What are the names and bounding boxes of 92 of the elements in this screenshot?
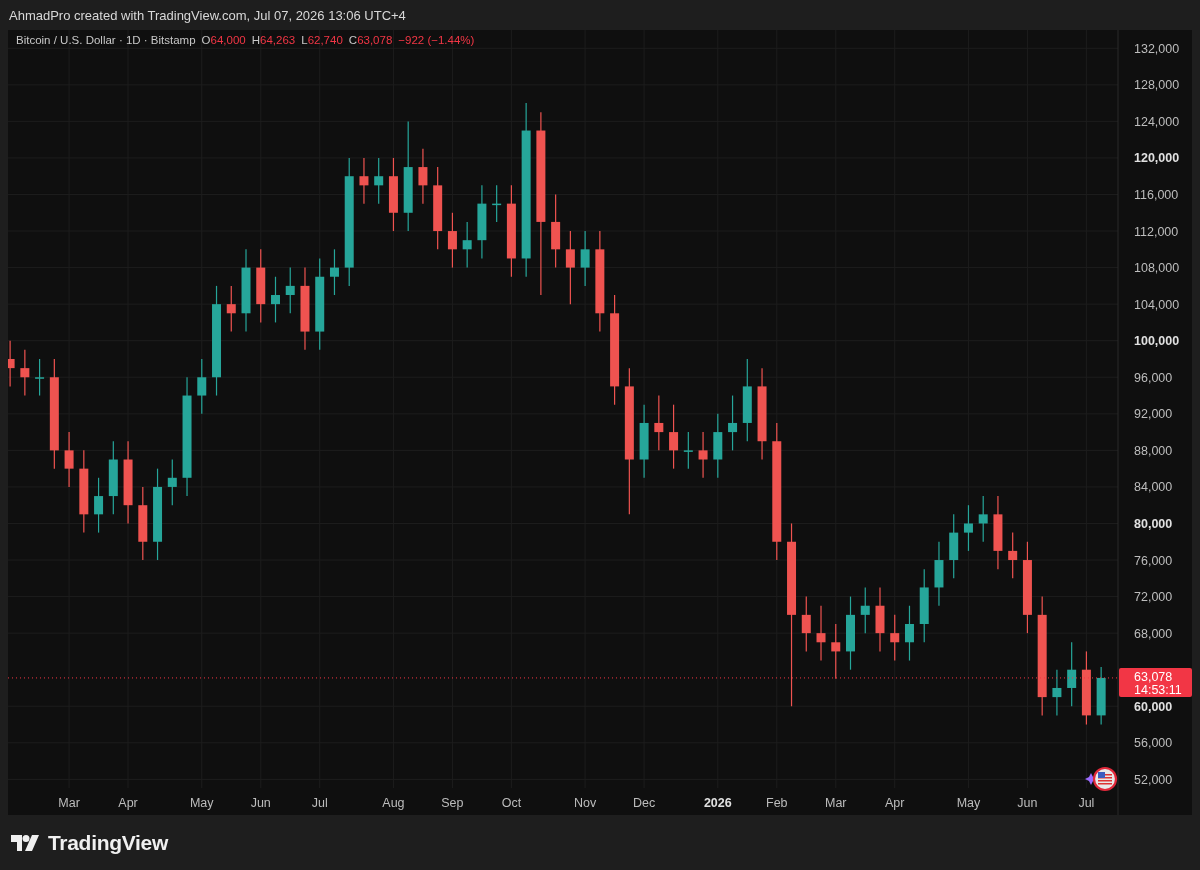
- price-change: −922 (−1.44%): [398, 34, 475, 46]
- candle: [1096, 666, 1106, 726]
- candle: [20, 349, 30, 397]
- date-tick: Jun: [250, 796, 271, 810]
- candle: [1052, 669, 1062, 716]
- candle: [167, 458, 177, 506]
- date-tick: Sep: [441, 796, 464, 810]
- price-tick: 104,000: [1134, 297, 1180, 312]
- price-tick: 80,000: [1134, 517, 1173, 531]
- symbol-title: Bitcoin / U.S. Dollar · 1D · Bitstamp: [16, 34, 196, 46]
- candle: [949, 513, 959, 579]
- ohlc-value: 63,078: [357, 34, 393, 46]
- ohlc-label: O: [201, 34, 211, 46]
- ohlc-value: 62,740: [307, 34, 343, 46]
- price-tick: 84,000: [1134, 480, 1173, 495]
- countdown: 14:53:11: [1134, 682, 1182, 697]
- candle: [64, 431, 74, 488]
- candle: [1008, 532, 1018, 579]
- price-tick: 116,000: [1134, 188, 1179, 202]
- ohlc-label: L: [301, 34, 308, 46]
- date-tick: Aug: [382, 796, 405, 810]
- candle: [1067, 641, 1077, 707]
- date-tick: Oct: [501, 796, 522, 810]
- chart-caption: AhmadPro created with TradingView.com, Jul 07, 2026 13:06 UTC+4: [9, 8, 406, 23]
- candle: [713, 413, 723, 479]
- price-tick: 72,000: [1134, 590, 1173, 605]
- candle: [359, 157, 369, 205]
- candle: [418, 148, 428, 205]
- candle: [963, 504, 973, 552]
- price-tick: 120,000: [1134, 151, 1180, 166]
- ohlc-value: 64,263: [260, 34, 296, 46]
- price-tick: 108,000: [1134, 261, 1180, 276]
- logo-icon: [11, 835, 39, 851]
- candle: [226, 285, 236, 333]
- price-tick: 76,000: [1134, 553, 1173, 568]
- date-tick: Jul: [311, 796, 328, 810]
- price-tick: 124,000: [1134, 114, 1180, 129]
- date-tick: Apr: [885, 796, 905, 810]
- ohlc-value: 64,000: [210, 34, 246, 46]
- candle: [197, 358, 207, 415]
- price-tick: 56,000: [1134, 736, 1173, 751]
- date-tick: Jul: [1078, 796, 1095, 810]
- candle: [831, 623, 841, 680]
- candle: [285, 267, 295, 314]
- brand-name: TradingView: [48, 831, 168, 855]
- flag-icon[interactable]: [1092, 766, 1118, 792]
- candle: [35, 358, 45, 397]
- date-tick: Feb: [766, 796, 788, 810]
- candle: [94, 477, 104, 534]
- candle: [860, 586, 870, 634]
- candle: [875, 586, 885, 652]
- candle: [890, 614, 900, 662]
- candle: [654, 394, 664, 451]
- date-tick: 2026: [703, 796, 732, 810]
- candle: [698, 431, 708, 479]
- candle: [447, 212, 457, 269]
- date-tick: Nov: [574, 796, 597, 810]
- candle: [978, 495, 988, 543]
- candle: [271, 276, 280, 324]
- date-tick: May: [956, 796, 981, 810]
- candle: [8, 340, 15, 387]
- date-tick: Dec: [632, 796, 656, 810]
- price-tick: 52,000: [1134, 772, 1173, 787]
- price-tick: 96,000: [1134, 370, 1173, 385]
- candle: [669, 404, 679, 470]
- date-tick: May: [189, 796, 214, 810]
- date-tick: Mar: [58, 796, 80, 810]
- candle: [462, 221, 472, 269]
- candle: [329, 248, 339, 296]
- last-price: 63,078: [1134, 669, 1173, 684]
- price-tick: 128,000: [1134, 78, 1180, 93]
- price-tick: 60,000: [1134, 699, 1173, 714]
- date-tick: Jun: [1017, 796, 1038, 810]
- candle: [374, 157, 384, 205]
- candle: [905, 605, 914, 662]
- ohlc-label: H: [251, 34, 261, 46]
- candle: [728, 394, 738, 451]
- candle: [492, 184, 502, 223]
- date-tick: Mar: [825, 796, 847, 810]
- price-tick: 132,000: [1134, 41, 1180, 56]
- candle: [683, 431, 693, 470]
- price-tick: 88,000: [1134, 443, 1173, 458]
- candle: [816, 605, 826, 662]
- ohlc-label: C: [348, 34, 358, 46]
- price-tick: 68,000: [1134, 626, 1173, 641]
- price-tick: 92,000: [1134, 407, 1173, 422]
- date-tick: Apr: [118, 796, 138, 810]
- candle: [801, 596, 811, 652]
- price-tick: 112,000: [1134, 224, 1179, 239]
- candle: [934, 541, 944, 607]
- price-tick: 100,000: [1134, 334, 1180, 349]
- candle: [580, 230, 590, 287]
